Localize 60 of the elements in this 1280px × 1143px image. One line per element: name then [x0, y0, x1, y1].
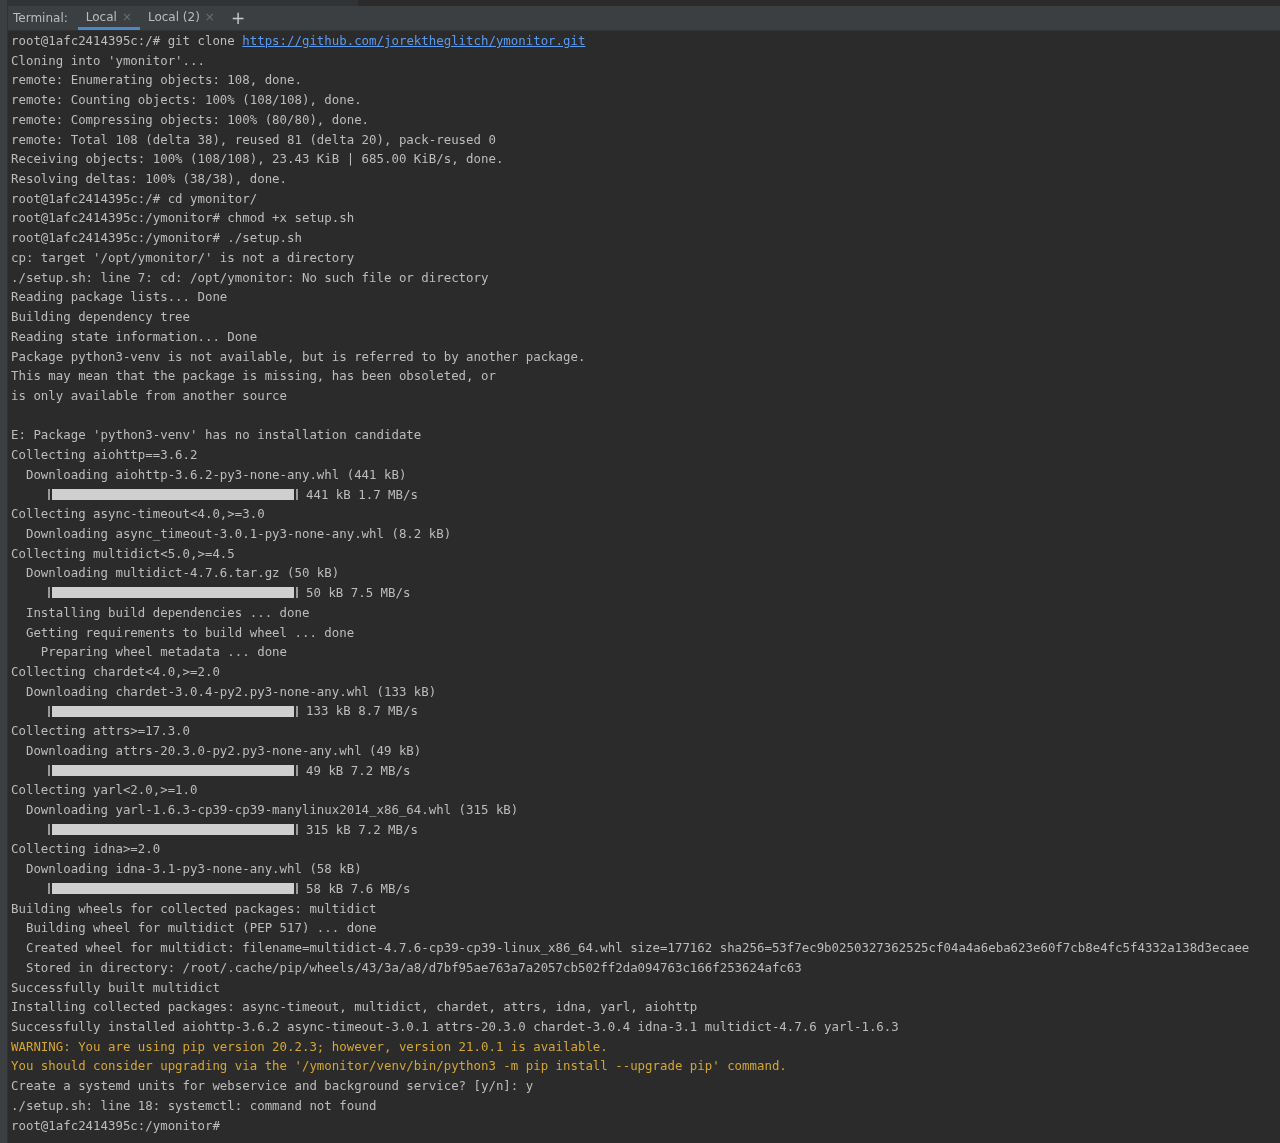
terminal-line: Installing collected packages: async-timeout, multidict, chardet, attrs, idna, yarl, aiohttp: [11, 998, 698, 1017]
terminal-line: remote: Compressing objects: 100% (80/80), done.: [11, 110, 370, 129]
terminal-line: E: Package 'python3-venv' has no installation candidate: [11, 426, 422, 445]
terminal-line: Downloading chardet-3.0.4-py2.py3-none-any.whl (133 kB): [24, 682, 437, 701]
terminal-line: Created wheel for multidict: filename=multidict-4.7.6-cp39-cp39-linux_x86_64.whl size=177162 sha256=53f7ec9b0250327362525cf04a4a6eba623e60f7cb8e4fc5f4332a138d3ecaee: [24, 939, 1250, 958]
terminal-line: Installing build dependencies ... done: [24, 603, 310, 622]
download-stats: 49 kB 7.2 MB/s: [306, 761, 411, 780]
terminal-line: Preparing wheel metadata ... done: [39, 643, 287, 662]
terminal-line: Getting requirements to build wheel ... done: [24, 623, 355, 642]
terminal-line: remote: Total 108 (delta 38), reused 81 (delta 20), pack-reused 0: [11, 130, 496, 149]
terminal-line: Building wheels for collected packages: multidict: [11, 899, 377, 918]
terminal-line: Collecting multidict<5.0,>=4.5: [11, 544, 235, 563]
terminal-line: Successfully built multidict: [11, 978, 220, 997]
terminal-line: root@1afc2414395c:/# git clone: [11, 32, 236, 50]
terminal-label: Terminal:: [13, 10, 68, 27]
terminal-line: Downloading attrs-20.3.0-py2.py3-none-any.whl (49 kB): [24, 741, 422, 760]
terminal-line: This may mean that the package is missing, has been obsoleted, or: [11, 367, 496, 386]
terminal-line: Successfully installed aiohttp-3.6.2 async-timeout-3.0.1 attrs-20.3.0 chardet-3.0.4 idna-3.1 multidict-4.7.6 yarl-1.6.3: [11, 1017, 899, 1036]
terminal-line: root@1afc2414395c:/# cd ymonitor/: [11, 189, 258, 208]
download-stats: 441 kB 1.7 MB/s: [306, 485, 418, 504]
terminal-line: Receiving objects: 100% (108/108), 23.43 KiB | 685.00 KiB/s, done.: [11, 150, 504, 169]
terminal-line: Collecting idna>=2.0: [11, 840, 161, 859]
new-tab-button[interactable]: +: [222, 6, 254, 30]
terminal-line: Downloading yarl-1.6.3-cp39-cp39-manylinux2014_x86_64.whl (315 kB): [24, 801, 519, 820]
terminal-line: Collecting yarl<2.0,>=1.0: [11, 781, 198, 800]
terminal-tab[interactable]: Local ×: [77, 6, 140, 30]
warning-line: WARNING: You are using pip version 20.2.3; however, version 21.0.1 is available.: [11, 1037, 608, 1056]
terminal-line: Reading package lists... Done: [11, 288, 228, 307]
terminal-line: Building wheel for multidict (PEP 517) ... done: [24, 919, 377, 938]
terminal-line: is only available from another source: [11, 386, 287, 405]
terminal-line: Downloading idna-3.1-py3-none-any.whl (58 kB): [24, 860, 362, 879]
terminal-line: Downloading aiohttp-3.6.2-py3-none-any.whl (441 kB): [24, 465, 407, 484]
terminal-line: Building dependency tree: [11, 308, 191, 327]
download-stats: 315 kB 7.2 MB/s: [306, 820, 418, 839]
warning-line: You should consider upgrading via the '/ymonitor/venv/bin/python3 -m pip install --upgrade pip' command.: [11, 1057, 787, 1076]
terminal-line: Stored in directory: /root/.cache/pip/wheels/43/3a/a8/d7bf95ae763a7a2057cb502ff2da094763c166f253624afc63: [24, 958, 802, 977]
terminal-line: remote: Enumerating objects: 108, done.: [11, 71, 302, 90]
terminal-line: ./setup.sh: line 18: systemctl: command not found: [11, 1096, 377, 1115]
terminal-line: ./setup.sh: line 7: cd: /opt/ymonitor: No such file or directory: [11, 268, 489, 287]
download-stats: 133 kB 8.7 MB/s: [306, 702, 418, 721]
terminal-line: Cloning into 'ymonitor'...: [11, 51, 205, 70]
terminal-line: Downloading multidict-4.7.6.tar.gz (50 kB): [24, 564, 340, 583]
terminal-line: cp: target '/opt/ymonitor/' is not a directory: [11, 248, 355, 267]
download-stats: 50 kB 7.5 MB/s: [306, 584, 411, 603]
terminal-line: Downloading async_timeout-3.0.1-py3-none-any.whl (8.2 kB): [24, 524, 452, 543]
terminal-line: Resolving deltas: 100% (38/38), done.: [11, 170, 287, 189]
terminal-line: remote: Counting objects: 100% (108/108), done.: [11, 91, 362, 110]
terminal-line: root@1afc2414395c:/ymonitor# ./setup.sh: [11, 229, 302, 248]
terminal-line: Package python3-venv is not available, but is referred to by another package.: [11, 347, 586, 366]
terminal-tab[interactable]: Local (2) ×: [139, 6, 223, 30]
terminal-line: Reading state information... Done: [11, 327, 258, 346]
repo-link[interactable]: https://github.com/jorektheglitch/ymonitor.git: [242, 31, 586, 51]
terminal-line: Collecting chardet<4.0,>=2.0: [11, 663, 220, 681]
terminal-line: Collecting aiohttp==3.6.2: [11, 446, 198, 465]
terminal-line: root@1afc2414395c:/ymonitor#: [11, 1116, 220, 1135]
terminal-line: Create a systemd units for webservice and background service? [y/n]: y: [11, 1077, 534, 1096]
terminal-line: Collecting async-timeout<4.0,>=3.0: [11, 505, 265, 524]
terminal-line: Collecting attrs>=17.3.0: [11, 722, 191, 741]
download-stats: 58 kB 7.6 MB/s: [306, 879, 411, 898]
terminal-line: root@1afc2414395c:/ymonitor# chmod +x setup.sh: [11, 209, 355, 228]
